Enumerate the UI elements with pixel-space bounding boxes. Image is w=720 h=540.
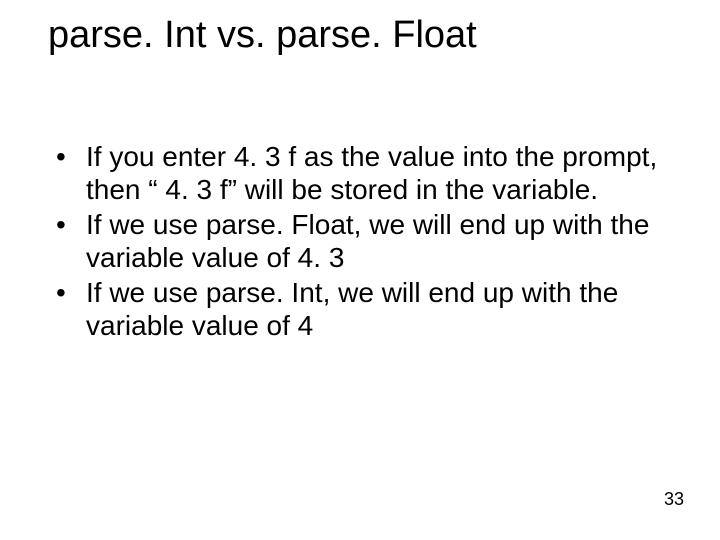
slide-body: If you enter 4. 3 f as the value into th…	[50, 140, 660, 344]
bullet-text: If we use parse. Float, we will end up w…	[86, 209, 649, 273]
bullet-text: If you enter 4. 3 f as the value into th…	[86, 141, 657, 205]
bullet-text: If we use parse. Int, we will end up wit…	[86, 277, 618, 341]
list-item: If we use parse. Int, we will end up wit…	[50, 276, 660, 342]
bullet-list: If you enter 4. 3 f as the value into th…	[50, 140, 660, 342]
page-number: 33	[664, 489, 684, 510]
list-item: If you enter 4. 3 f as the value into th…	[50, 140, 660, 206]
list-item: If we use parse. Float, we will end up w…	[50, 208, 660, 274]
slide: parse. Int vs. parse. Float If you enter…	[0, 0, 720, 540]
slide-title: parse. Int vs. parse. Float	[48, 14, 477, 57]
